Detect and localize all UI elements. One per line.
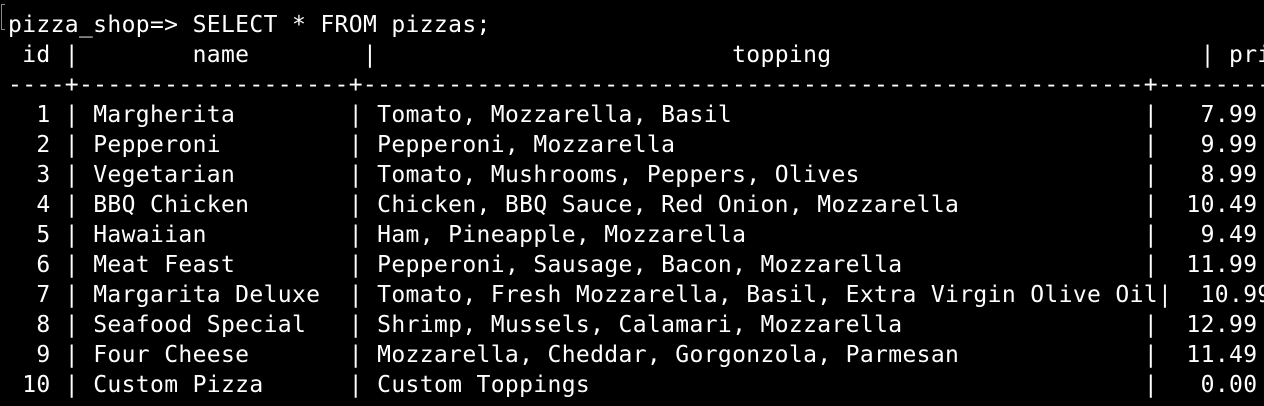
header-sep: |: [831, 42, 1230, 68]
cell-name: Hawaiian: [93, 222, 207, 248]
table-row: 7 | Margarita Deluxe | Tomato, Fresh Moz…: [8, 280, 1264, 310]
header-sep: |: [249, 42, 733, 68]
cell-name: Custom Pizza: [93, 372, 264, 398]
cell-topping: Pepperoni, Mozzarella: [377, 132, 676, 158]
cell-name: Pepperoni: [93, 132, 221, 158]
cell-id: 8: [36, 312, 51, 338]
cell-id: 9: [36, 342, 51, 368]
terminal-window[interactable]: pizza_shop=> SELECT * FROM pizzas; id | …: [0, 0, 1264, 406]
cell-price: 9.99: [1200, 132, 1258, 158]
cell-topping: Pepperoni, Sausage, Bacon, Mozzarella: [377, 252, 903, 278]
table-header: id | name | topping | price: [8, 40, 1264, 70]
table-row: 1 | Margherita | Tomato, Mozzarella, Bas…: [36, 102, 1258, 128]
table-row: 10 | Custom Pizza | Custom Toppings | 0.…: [22, 372, 1258, 398]
cell-price: 11.49: [1186, 342, 1258, 368]
table-row: 5 | Hawaiian | Ham, Pineapple, Mozzarell…: [36, 222, 1258, 248]
sql-command: SELECT * FROM pizzas;: [192, 12, 491, 38]
cell-id: 3: [36, 162, 51, 188]
cell-topping: Mozzarella, Cheddar, Gorgonzola, Parmesa…: [377, 342, 960, 368]
cell-topping: Chicken, BBQ Sauce, Red Onion, Mozzarell…: [377, 192, 960, 218]
cell-name: Seafood Special: [93, 312, 307, 338]
cell-id: 4: [36, 192, 51, 218]
header-id: id: [22, 42, 51, 68]
header-price: price: [1229, 42, 1264, 68]
table-row: 3 | Vegetarian | Tomato, Mushrooms, Pepp…: [36, 162, 1258, 188]
cell-name: Vegetarian: [93, 162, 236, 188]
cell-id: 6: [36, 252, 51, 278]
cell-price: 0.00: [1200, 372, 1258, 398]
cell-price: 7.99: [1200, 102, 1258, 128]
header-topping: topping: [732, 42, 832, 68]
selection-bracket-icon: [1, 4, 5, 30]
cell-topping: Custom Toppings: [377, 372, 591, 398]
cell-price: 10.99: [1200, 282, 1264, 308]
cell-name: BBQ Chicken: [93, 192, 250, 218]
cell-topping: Tomato, Fresh Mozzarella, Basil, Extra V…: [377, 282, 1158, 308]
cell-id: 1: [36, 102, 51, 128]
cell-name: Margherita: [93, 102, 236, 128]
cell-topping: Tomato, Mushrooms, Peppers, Olives: [377, 162, 860, 188]
table-row: 4 | BBQ Chicken | Chicken, BBQ Sauce, Re…: [36, 192, 1258, 218]
header-name: name: [192, 42, 250, 68]
cell-price: 10.49: [1186, 192, 1258, 218]
cell-price: 9.49: [1200, 222, 1258, 248]
table-row: 8 | Seafood Special | Shrimp, Mussels, C…: [36, 312, 1258, 338]
cell-name: Four Cheese: [93, 342, 250, 368]
cell-name: Meat Feast: [93, 252, 236, 278]
table-row: 2 | Pepperoni | Pepperoni, Mozzarella | …: [36, 132, 1258, 158]
cell-topping: Ham, Pineapple, Mozzarella: [377, 222, 747, 248]
table-row: 9 | Four Cheese | Mozzarella, Cheddar, G…: [36, 342, 1258, 368]
cell-price: 11.99: [1186, 252, 1258, 278]
cell-id: 5: [36, 222, 51, 248]
table-separator: ----+-------------------+---------------…: [8, 72, 1264, 98]
prompt: pizza_shop=>: [8, 12, 179, 38]
header-id-pad: [8, 42, 22, 68]
cell-price: 12.99: [1186, 312, 1258, 338]
table-row: 6 | Meat Feast | Pepperoni, Sausage, Bac…: [36, 252, 1258, 278]
cell-id: 7: [36, 282, 51, 308]
cell-topping: Shrimp, Mussels, Calamari, Mozzarella: [377, 312, 903, 338]
header-sep: |: [50, 42, 193, 68]
cell-name: Margarita Deluxe: [93, 282, 321, 308]
cell-topping: Tomato, Mozzarella, Basil: [377, 102, 733, 128]
cell-price: 8.99: [1200, 162, 1258, 188]
cell-id: 10: [22, 372, 51, 398]
cell-id: 2: [36, 132, 51, 158]
command-line: pizza_shop=> SELECT * FROM pizzas;: [8, 10, 491, 40]
